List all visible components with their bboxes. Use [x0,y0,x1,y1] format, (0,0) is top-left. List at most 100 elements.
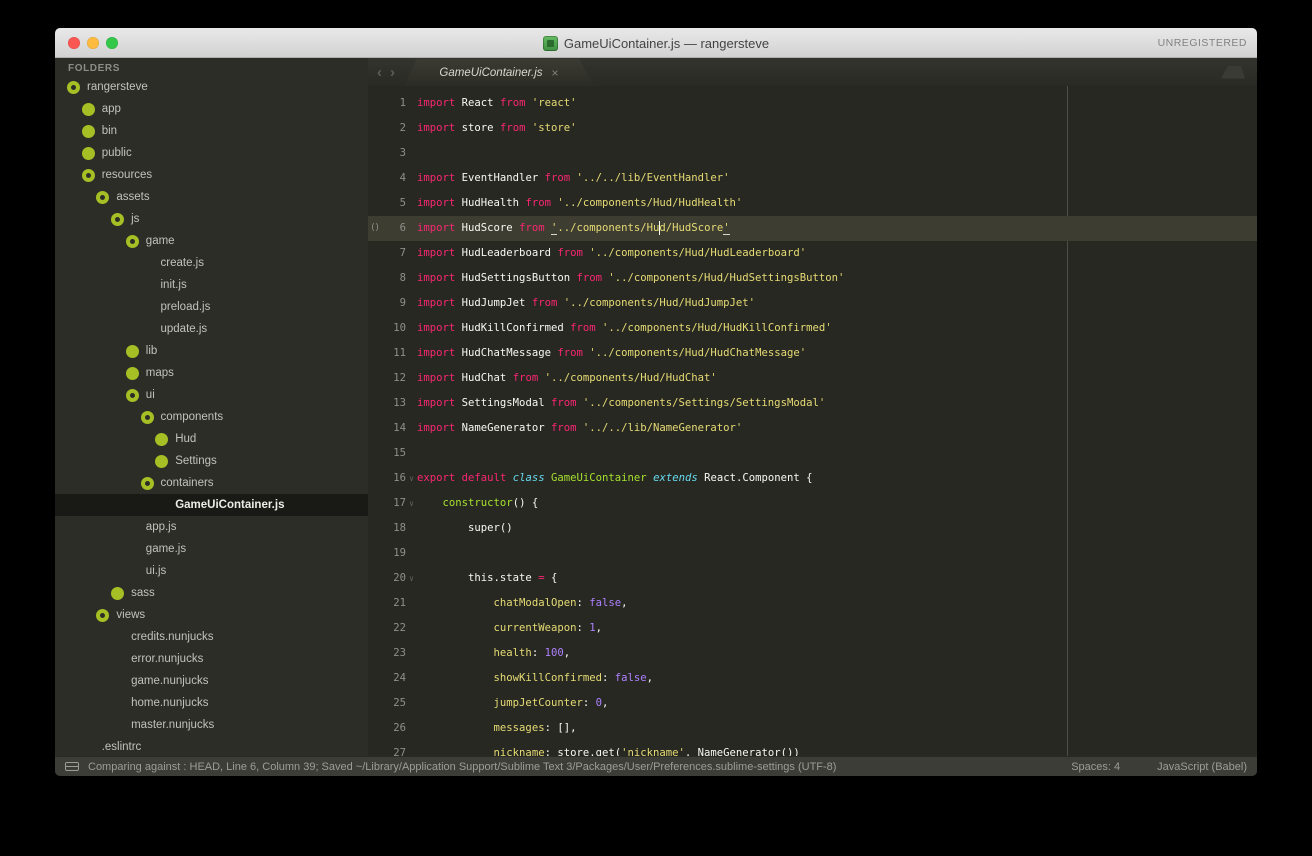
code-line-16[interactable]: 16∨export default class GameUiContainer … [368,466,1257,491]
code-editor[interactable]: 1import React from 'react'2import store … [368,86,1257,756]
tree-item-create-js[interactable]: create.js [55,252,368,274]
tree-item-ui[interactable]: ui [55,384,368,406]
tree-item-ui-js[interactable]: ui.js [55,560,368,582]
line-number[interactable]: 3 [381,141,406,166]
tree-item-containers[interactable]: containers [55,472,368,494]
tree-item--eslintrc[interactable]: .eslintrc [55,736,368,756]
line-number[interactable]: 21 [381,591,406,616]
line-number[interactable]: 12 [381,366,406,391]
code-line-22[interactable]: 22 currentWeapon: 1, [368,616,1257,641]
line-number[interactable]: 25 [381,691,406,716]
code-line-8[interactable]: 8import HudSettingsButton from '../compo… [368,266,1257,291]
line-number[interactable]: 6 [381,216,406,241]
tree-item-game-nunjucks[interactable]: game.nunjucks [55,670,368,692]
tree-item-assets[interactable]: assets [55,186,368,208]
tree-item-init-js[interactable]: init.js [55,274,368,296]
fold-arrow-icon[interactable]: ∨ [406,491,417,516]
line-number[interactable]: 10 [381,316,406,341]
code-line-2[interactable]: 2import store from 'store' [368,116,1257,141]
tree-item-app-js[interactable]: app.js [55,516,368,538]
tab-close-icon[interactable]: × [552,67,559,79]
tree-item-preload-js[interactable]: preload.js [55,296,368,318]
code-line-4[interactable]: 4import EventHandler from '../../lib/Eve… [368,166,1257,191]
code-line-13[interactable]: 13import SettingsModal from '../componen… [368,391,1257,416]
tree-item-game-js[interactable]: game.js [55,538,368,560]
tree-item-components[interactable]: components [55,406,368,428]
line-number[interactable]: 18 [381,516,406,541]
line-number[interactable]: 19 [381,541,406,566]
line-number[interactable]: 8 [381,266,406,291]
tree-item-gameuicontainer-js[interactable]: GameUiContainer.js [55,494,368,516]
panel-toggle-icon[interactable] [65,762,79,771]
fold-arrow-icon[interactable]: ∨ [406,466,417,491]
next-tab-icon[interactable]: › [390,65,395,80]
code-line-18[interactable]: 18 super() [368,516,1257,541]
line-number[interactable]: 13 [381,391,406,416]
code-line-17[interactable]: 17∨ constructor() { [368,491,1257,516]
code-line-25[interactable]: 25 jumpJetCounter: 0, [368,691,1257,716]
tree-item-resources[interactable]: resources [55,164,368,186]
line-number[interactable]: 15 [381,441,406,466]
tree-item-lib[interactable]: lib [55,340,368,362]
line-number[interactable]: 24 [381,666,406,691]
syntax-indicator[interactable]: JavaScript (Babel) [1157,761,1247,773]
tree-item-maps[interactable]: maps [55,362,368,384]
fold-arrow-icon[interactable]: ∨ [406,566,417,591]
tree-item-settings[interactable]: Settings [55,450,368,472]
code-line-5[interactable]: 5import HudHealth from '../components/Hu… [368,191,1257,216]
prev-tab-icon[interactable]: ‹ [377,65,382,80]
code-line-12[interactable]: 12import HudChat from '../components/Hud… [368,366,1257,391]
tab-gameuicontainer[interactable]: GameUiContainer.js × [404,59,594,86]
line-number[interactable]: 14 [381,416,406,441]
tree-item-views[interactable]: views [55,604,368,626]
line-number[interactable]: 9 [381,291,406,316]
tree-item-public[interactable]: public [55,142,368,164]
title-bar[interactable]: GameUiContainer.js — rangersteve UNREGIS… [55,28,1257,58]
code-line-1[interactable]: 1import React from 'react' [368,91,1257,116]
tree-item-bin[interactable]: bin [55,120,368,142]
code-line-26[interactable]: 26 messages: [], [368,716,1257,741]
code-text: import HudKillConfirmed from '../compone… [417,316,832,341]
line-number[interactable]: 11 [381,341,406,366]
tree-item-sass[interactable]: sass [55,582,368,604]
tree-item-js[interactable]: js [55,208,368,230]
code-line-10[interactable]: 10 import HudKillConfirmed from '../compo… [368,316,1257,341]
tree-item-game[interactable]: game [55,230,368,252]
line-number[interactable]: 2 [381,116,406,141]
code-line-20[interactable]: 20∨ this.state = { [368,566,1257,591]
line-number[interactable]: 23 [381,641,406,666]
line-number[interactable]: 20 [381,566,406,591]
line-number[interactable]: 22 [381,616,406,641]
tree-item-app[interactable]: app [55,98,368,120]
line-number[interactable]: 17 [381,491,406,516]
code-line-14[interactable]: 14import NameGenerator from '../../lib/N… [368,416,1257,441]
code-line-7[interactable]: 7import HudLeaderboard from '../componen… [368,241,1257,266]
line-number[interactable]: 26 [381,716,406,741]
tree-item-master-nunjucks[interactable]: master.nunjucks [55,714,368,736]
tree-item-home-nunjucks[interactable]: home.nunjucks [55,692,368,714]
tree-item-rangersteve[interactable]: rangersteve [55,76,368,98]
code-line-19[interactable]: 19 [368,541,1257,566]
code-line-24[interactable]: 24 showKillConfirmed: false, [368,666,1257,691]
code-line-6[interactable]: ()6import HudScore from '../components/H… [368,216,1257,241]
code-line-23[interactable]: 23 health: 100, [368,641,1257,666]
code-line-11[interactable]: 11import HudChatMessage from '../compone… [368,341,1257,366]
tab-overflow-icon[interactable] [1221,66,1245,79]
line-number[interactable]: 7 [381,241,406,266]
tree-item-hud[interactable]: Hud [55,428,368,450]
code-line-15[interactable]: 15 [368,441,1257,466]
tree-item-update-js[interactable]: update.js [55,318,368,340]
code-line-21[interactable]: 21 chatModalOpen: false, [368,591,1257,616]
code-line-27[interactable]: 27 nickname: store.get('nickname', NameG… [368,741,1257,756]
fold-slot [406,641,417,666]
line-number[interactable]: 4 [381,166,406,191]
code-line-3[interactable]: 3 [368,141,1257,166]
line-number[interactable]: 16 [381,466,406,491]
line-number[interactable]: 1 [381,91,406,116]
tree-item-credits-nunjucks[interactable]: credits.nunjucks [55,626,368,648]
line-number[interactable]: 5 [381,191,406,216]
code-line-9[interactable]: 9import HudJumpJet from '../components/H… [368,291,1257,316]
line-number[interactable]: 27 [381,741,406,756]
indent-indicator[interactable]: Spaces: 4 [1071,761,1120,773]
tree-item-error-nunjucks[interactable]: error.nunjucks [55,648,368,670]
